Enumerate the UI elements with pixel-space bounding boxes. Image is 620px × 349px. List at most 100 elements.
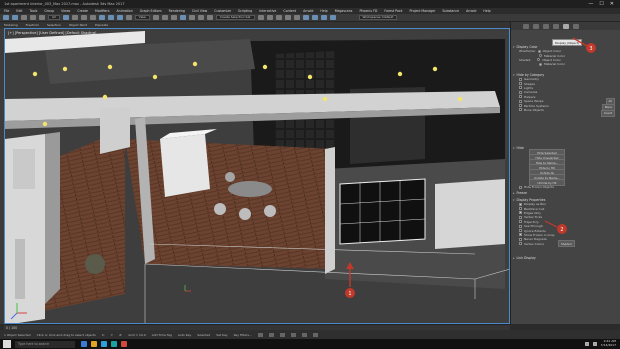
menu-tools[interactable]: Tools (30, 9, 38, 13)
menu-scripting[interactable]: Scripting (238, 9, 252, 13)
menu-modifiers[interactable]: Modifiers (95, 9, 110, 13)
category-checkbox[interactable] (519, 77, 522, 81)
category-checkbox[interactable] (519, 99, 522, 103)
rectangular-selection-icon[interactable] (80, 15, 87, 20)
keyboard-shortcut-icon[interactable] (170, 15, 177, 20)
select-object-icon[interactable] (62, 15, 69, 20)
category-checkbox[interactable] (519, 86, 522, 90)
utilities-tab-icon[interactable] (573, 23, 579, 29)
perspective-viewport[interactable]: 1 [+] [Perspective] [User Defined] [Defa… (4, 28, 510, 324)
menu-substance[interactable]: Substance (442, 9, 459, 13)
menu-arnold-2[interactable]: Arnold (466, 9, 476, 13)
hide-frozen-checkbox[interactable] (519, 185, 522, 189)
menu-help-2[interactable]: Help (483, 9, 490, 13)
freeze-header[interactable]: ▸ Freeze (513, 190, 619, 195)
category-checkbox[interactable] (519, 95, 522, 99)
shaded-object-color-radio[interactable] (537, 58, 541, 62)
category-invert-button[interactable]: Invert (600, 110, 615, 117)
menu-edit[interactable]: Edit (16, 9, 22, 13)
ribbon-tab-populate[interactable]: Populate (95, 23, 108, 27)
percent-snap-icon[interactable] (197, 15, 204, 20)
file-explorer-icon[interactable] (91, 341, 97, 347)
z-coordinate-label[interactable]: Z: (119, 333, 122, 337)
menu-interactive[interactable]: Interactive (259, 9, 276, 13)
category-checkbox[interactable] (519, 90, 522, 94)
wireframe-material-color-radio[interactable] (539, 54, 542, 58)
prop-checkbox[interactable] (519, 215, 522, 219)
modify-tab-icon[interactable] (533, 23, 539, 29)
ribbon-tab-modeling[interactable]: Modeling (4, 23, 18, 27)
menu-project-manager[interactable]: Project Manager (410, 9, 436, 13)
unlink-icon[interactable] (30, 15, 36, 20)
viewport-label[interactable]: [+] [Perspective] [User Defined] [Defaul… (8, 31, 96, 35)
taskbar-search-input[interactable]: Type here to search (15, 340, 75, 348)
redo-icon[interactable] (12, 15, 18, 20)
undo-icon[interactable] (3, 15, 9, 20)
menu-graph-editors[interactable]: Graph Editors (140, 9, 162, 13)
prop-checkbox[interactable] (519, 242, 522, 246)
menu-civil-view[interactable]: Civil View (192, 9, 207, 13)
category-checkbox[interactable] (519, 108, 522, 112)
align-icon[interactable] (266, 15, 273, 20)
layer-explorer-icon[interactable] (275, 15, 282, 20)
app-icon[interactable] (121, 341, 127, 347)
placement-icon[interactable] (125, 15, 132, 20)
prop-checkbox[interactable] (519, 237, 522, 241)
ribbon-tab-freeform[interactable]: Freeform (26, 23, 39, 27)
clock[interactable]: 9:41 AM 7/14/2017 (601, 340, 616, 347)
scale-icon[interactable] (116, 15, 123, 20)
named-selection-set-dropdown[interactable]: Create Selection Set (215, 15, 255, 20)
zoom-extents-icon[interactable] (279, 332, 285, 337)
ribbon-tab-selection[interactable]: Selection (47, 23, 61, 27)
x-coordinate-label[interactable]: X: (102, 333, 105, 337)
create-tab-icon[interactable] (523, 23, 529, 29)
maximize-viewport-icon[interactable] (312, 332, 318, 337)
orbit-icon[interactable] (290, 332, 296, 337)
auto-key-button[interactable]: Auto Key (178, 333, 191, 337)
network-icon[interactable] (584, 342, 589, 346)
prop-checkbox[interactable] (519, 211, 522, 215)
category-checkbox[interactable] (519, 82, 522, 86)
link-display-header[interactable]: ▸ Link Display (513, 255, 619, 260)
menu-rendering[interactable]: Rendering (169, 9, 185, 13)
prop-checkbox[interactable] (519, 224, 522, 228)
category-checkbox[interactable] (519, 104, 522, 108)
play-icon[interactable] (257, 332, 263, 337)
menu-arnold[interactable]: Arnold (303, 9, 313, 13)
pan-icon[interactable] (301, 332, 307, 337)
task-view-icon[interactable] (81, 341, 87, 347)
select-by-name-icon[interactable] (71, 15, 78, 20)
menu-content[interactable]: Content (283, 9, 296, 13)
add-time-tag-button[interactable]: Add Time Tag (152, 333, 172, 337)
angle-snap-icon[interactable] (188, 15, 195, 20)
menu-help[interactable]: Help (320, 9, 327, 13)
shaded-material-color-radio[interactable] (539, 62, 542, 66)
edge-browser-icon[interactable] (101, 341, 107, 347)
menu-views[interactable]: Views (61, 9, 70, 13)
close-button[interactable]: ✕ (610, 0, 614, 8)
rotate-icon[interactable] (107, 15, 114, 20)
menu-customize[interactable]: Customize (214, 9, 231, 13)
menu-create[interactable]: Create (77, 9, 88, 13)
spinner-snap-icon[interactable] (206, 15, 213, 20)
windows-start-icon[interactable] (3, 340, 11, 348)
link-icon[interactable] (21, 15, 27, 20)
select-manipulate-icon[interactable] (161, 15, 168, 20)
bind-space-warp-icon[interactable] (39, 15, 45, 20)
volume-icon[interactable] (592, 342, 597, 346)
mirror-icon[interactable] (257, 15, 264, 20)
pivot-center-icon[interactable] (152, 15, 159, 20)
vertex-colors-shaded-button[interactable]: Shaded (558, 240, 575, 248)
render-setup-icon[interactable] (311, 15, 318, 20)
schematic-view-icon[interactable] (293, 15, 300, 20)
key-filters-button[interactable]: Key Filters... (234, 333, 252, 337)
rendered-frame-window-icon[interactable] (320, 15, 327, 20)
minimize-button[interactable]: — (588, 0, 593, 8)
snaps-toggle-icon[interactable] (179, 15, 186, 20)
prop-checkbox[interactable] (519, 233, 522, 237)
next-frame-icon[interactable] (268, 332, 274, 337)
maximize-button[interactable]: ☐ (599, 0, 603, 8)
hierarchy-tab-icon[interactable] (543, 23, 549, 29)
y-coordinate-label[interactable]: Y: (111, 333, 113, 337)
move-icon[interactable] (98, 15, 105, 20)
